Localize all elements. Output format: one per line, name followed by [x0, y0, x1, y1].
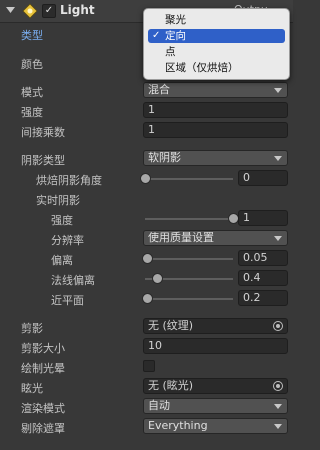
type-label: 类型 — [21, 29, 43, 42]
bias-label: 偏离 — [51, 254, 73, 267]
flare-value: 无 (眩光) — [148, 379, 194, 392]
shadow-type-label: 阴影类型 — [21, 154, 65, 167]
cookie-value: 无 (纹理) — [148, 319, 194, 332]
shadow-type-value: 软阴影 — [148, 151, 181, 164]
menu-item-spot[interactable]: 聚光 — [148, 13, 285, 27]
object-picker-icon[interactable] — [273, 381, 283, 391]
strength-field[interactable]: 1 — [238, 210, 288, 226]
component-title: Light — [60, 3, 95, 17]
intensity-field[interactable]: 1 — [143, 102, 288, 118]
mode-label: 模式 — [21, 86, 43, 99]
menu-item-label: 聚光 — [165, 14, 186, 26]
near-plane-slider-knob[interactable] — [141, 293, 153, 304]
normal-bias-slider-knob[interactable] — [151, 273, 163, 284]
checkmark-icon: ✓ — [152, 30, 161, 41]
culling-mask-dropdown[interactable]: Everything — [143, 418, 288, 434]
menu-item-label: 定向 — [165, 30, 186, 42]
bias-slider-knob[interactable] — [142, 253, 154, 264]
normal-bias-field[interactable]: 0.4 — [238, 270, 288, 286]
foldout-arrow-icon[interactable] — [6, 6, 15, 15]
indirect-multiplier-field[interactable]: 1 — [143, 122, 288, 138]
menu-item-area-baked-only[interactable]: 区域（仅烘焙） — [148, 61, 285, 75]
chevron-down-icon — [274, 404, 282, 409]
render-mode-dropdown[interactable]: 自动 — [143, 398, 288, 414]
chevron-down-icon — [274, 424, 282, 429]
render-mode-value: 自动 — [148, 399, 170, 412]
culling-mask-label: 剔除遮罩 — [21, 422, 65, 435]
shadow-type-dropdown[interactable]: 软阴影 — [143, 150, 288, 166]
flare-object-field[interactable]: 无 (眩光) — [143, 378, 288, 394]
baked-shadow-angle-label: 烘焙阴影角度 — [36, 174, 102, 187]
strength-slider-track[interactable] — [145, 218, 233, 220]
menu-item-label: 点 — [165, 46, 176, 58]
menu-item-directional[interactable]: ✓ 定向 — [148, 29, 285, 43]
cookie-label: 剪影 — [21, 322, 43, 335]
normal-bias-label: 法线偏离 — [51, 274, 95, 287]
resolution-value: 使用质量设置 — [148, 231, 214, 244]
cookie-object-field[interactable]: 无 (纹理) — [143, 318, 288, 334]
strength-label: 强度 — [51, 214, 73, 227]
indirect-multiplier-label: 间接乘数 — [21, 126, 65, 139]
culling-mask-value: Everything — [148, 419, 208, 432]
menu-item-label: 区域（仅烘焙） — [165, 62, 239, 74]
menu-item-point[interactable]: 点 — [148, 45, 285, 59]
bias-field[interactable]: 0.05 — [238, 250, 288, 266]
near-plane-slider-track[interactable] — [145, 298, 233, 300]
flare-label: 眩光 — [21, 382, 43, 395]
mode-dropdown[interactable]: 混合 — [143, 82, 288, 98]
chevron-down-icon — [274, 236, 282, 241]
resolution-dropdown[interactable]: 使用质量设置 — [143, 230, 288, 246]
baked-shadow-angle-slider-track[interactable] — [145, 178, 233, 180]
baked-shadow-angle-slider-knob[interactable] — [140, 173, 151, 184]
chevron-down-icon — [274, 156, 282, 161]
bias-slider-track[interactable] — [145, 258, 233, 260]
light-component-icon — [22, 3, 38, 19]
chevron-down-icon — [274, 88, 282, 93]
color-label: 颜色 — [21, 58, 43, 71]
draw-halo-label: 绘制光晕 — [21, 362, 65, 375]
cookie-size-label: 剪影大小 — [21, 342, 65, 355]
near-plane-field[interactable]: 0.2 — [238, 290, 288, 306]
realtime-shadows-label: 实时阴影 — [36, 194, 80, 207]
component-enabled-checkbox[interactable]: ✓ — [42, 4, 56, 18]
object-picker-icon[interactable] — [273, 321, 283, 331]
mode-value: 混合 — [148, 83, 170, 96]
near-plane-label: 近平面 — [51, 294, 84, 307]
render-mode-label: 渲染模式 — [21, 402, 65, 415]
cookie-size-field[interactable]: 10 — [143, 338, 288, 354]
draw-halo-checkbox[interactable] — [143, 360, 155, 372]
baked-shadow-angle-field[interactable]: 0 — [238, 170, 288, 186]
type-popup-menu: 聚光 ✓ 定向 点 区域（仅烘焙） — [143, 8, 290, 80]
resolution-label: 分辨率 — [51, 234, 84, 247]
intensity-label: 强度 — [21, 106, 43, 119]
